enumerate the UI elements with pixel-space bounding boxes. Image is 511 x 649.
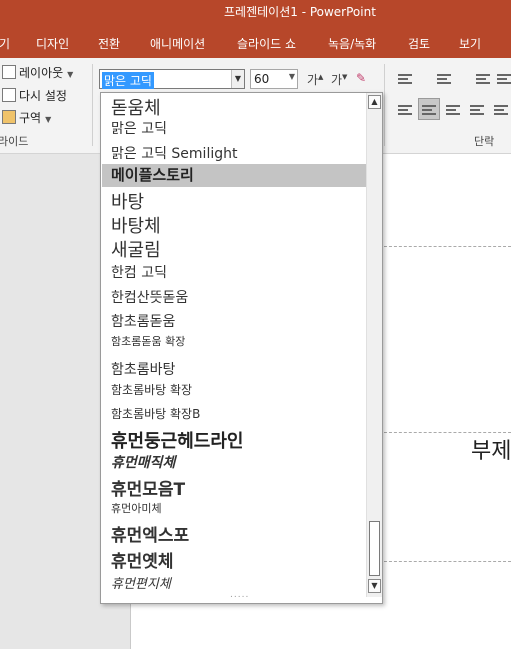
font-option[interactable]: 휴먼아미체 bbox=[111, 500, 162, 516]
font-option[interactable]: 휴먼옛체 bbox=[111, 547, 174, 572]
tab-design[interactable]: 디자인 bbox=[36, 35, 69, 52]
reset-icon bbox=[2, 88, 16, 102]
font-option[interactable]: 맑은 고딕 bbox=[111, 118, 167, 138]
align-left-icon[interactable] bbox=[398, 105, 412, 115]
group-separator bbox=[384, 64, 385, 146]
font-option[interactable]: 함초롬바탕 확장B bbox=[111, 405, 200, 422]
font-option[interactable]: 함초롬바탕 확장 bbox=[111, 381, 192, 398]
layout-button[interactable]: 레이아웃 ▼ bbox=[2, 64, 73, 81]
font-option[interactable]: 돋움체 bbox=[111, 94, 161, 120]
section-label: 구역 bbox=[19, 111, 42, 125]
font-option[interactable]: 휴먼매직체 bbox=[111, 452, 175, 472]
numbering-icon[interactable] bbox=[437, 74, 451, 84]
font-option[interactable]: 휴먼엑스포 bbox=[111, 521, 189, 546]
font-option[interactable]: 함초롬돋움 확장 bbox=[111, 333, 185, 349]
font-option[interactable]: 함초롬바탕 bbox=[111, 359, 175, 379]
font-option[interactable]: 한컴 고딕 bbox=[111, 262, 167, 282]
window-title: 프레젠테이션1 - PowerPoint bbox=[224, 5, 376, 19]
section-icon bbox=[2, 110, 16, 124]
increase-indent-icon[interactable] bbox=[497, 74, 511, 84]
chevron-down-icon[interactable]: ▼ bbox=[289, 72, 295, 81]
tab-transitions[interactable]: 전환 bbox=[98, 35, 120, 52]
font-option[interactable]: 새굴림 bbox=[111, 236, 161, 262]
align-center-icon bbox=[422, 105, 436, 115]
font-name-value[interactable]: 맑은 고딕 bbox=[102, 72, 154, 89]
group-separator bbox=[92, 64, 93, 146]
tab-review[interactable]: 검토 bbox=[408, 35, 430, 52]
layout-label: 레이아웃 bbox=[19, 66, 64, 80]
font-option[interactable]: 휴먼편지체 bbox=[111, 573, 171, 592]
section-button[interactable]: 구역 ▼ bbox=[2, 109, 51, 126]
paragraph-group-label: 단락 bbox=[474, 135, 495, 148]
subtitle-placeholder-text[interactable]: 부제 bbox=[471, 433, 511, 465]
tab-view[interactable]: 보기 bbox=[459, 35, 481, 52]
title-bar: 프레젠테이션1 - PowerPoint bbox=[0, 0, 511, 28]
bullets-icon[interactable] bbox=[398, 74, 412, 84]
ribbon-tabs: 기 디자인 전환 애니메이션 슬라이드 쇼 녹음/녹화 검토 보기 bbox=[0, 28, 511, 58]
justify-icon[interactable] bbox=[470, 105, 484, 115]
subtitle-placeholder-border-bottom bbox=[384, 561, 511, 562]
decrease-font-size-icon[interactable]: 가▼ bbox=[331, 71, 347, 88]
increase-font-size-icon[interactable]: 가▲ bbox=[307, 71, 323, 88]
slides-group-label: 라이드 bbox=[0, 135, 29, 148]
scroll-up-icon[interactable]: ▲ bbox=[368, 95, 381, 109]
tab-record[interactable]: 녹음/녹화 bbox=[328, 35, 376, 52]
align-right-icon[interactable] bbox=[446, 105, 460, 115]
font-option[interactable]: 바탕 bbox=[111, 188, 144, 214]
decrease-indent-icon[interactable] bbox=[476, 74, 490, 84]
tab-animations[interactable]: 애니메이션 bbox=[150, 35, 205, 52]
reset-label: 다시 설정 bbox=[19, 89, 67, 103]
chevron-down-icon: ▼ bbox=[67, 70, 74, 79]
font-dropdown-list[interactable]: 돋움체 맑은 고딕 맑은 고딕 Semilight 메이플스토리 바탕 바탕체 … bbox=[100, 92, 383, 604]
tab-home[interactable]: 기 bbox=[0, 35, 10, 52]
dropdown-scrollbar[interactable]: ▲ ▼ bbox=[366, 93, 382, 597]
font-option[interactable]: 휴먼모음T bbox=[111, 475, 185, 500]
font-name-combobox[interactable]: 맑은 고딕 ▼ bbox=[99, 69, 245, 89]
distributed-icon[interactable] bbox=[494, 105, 508, 115]
font-option[interactable]: 맑은 고딕 Semilight bbox=[111, 143, 237, 163]
font-option[interactable]: 바탕체 bbox=[111, 212, 161, 238]
scroll-down-icon[interactable]: ▼ bbox=[368, 579, 381, 593]
font-option[interactable]: 함초롬돋움 bbox=[111, 311, 175, 331]
resize-grip-icon[interactable]: ..... bbox=[230, 590, 249, 600]
chevron-down-icon: ▼ bbox=[45, 115, 52, 124]
font-size-value[interactable]: 60 bbox=[254, 72, 269, 86]
font-option-selected[interactable]: 메이플스토리 bbox=[102, 164, 366, 187]
chevron-down-icon[interactable]: ▼ bbox=[231, 70, 244, 88]
scrollbar-thumb[interactable] bbox=[369, 521, 380, 576]
layout-icon bbox=[2, 65, 16, 79]
reset-button[interactable]: 다시 설정 bbox=[2, 87, 67, 104]
clear-formatting-icon[interactable]: ✎ bbox=[356, 71, 366, 85]
font-option[interactable]: 휴먼둥근헤드라인 bbox=[111, 427, 243, 453]
font-option[interactable]: 한컴산뜻돋움 bbox=[111, 287, 188, 307]
font-size-combobox[interactable]: 60 ▼ bbox=[250, 69, 298, 89]
title-placeholder-border bbox=[384, 246, 511, 247]
tab-slideshow[interactable]: 슬라이드 쇼 bbox=[237, 35, 296, 52]
